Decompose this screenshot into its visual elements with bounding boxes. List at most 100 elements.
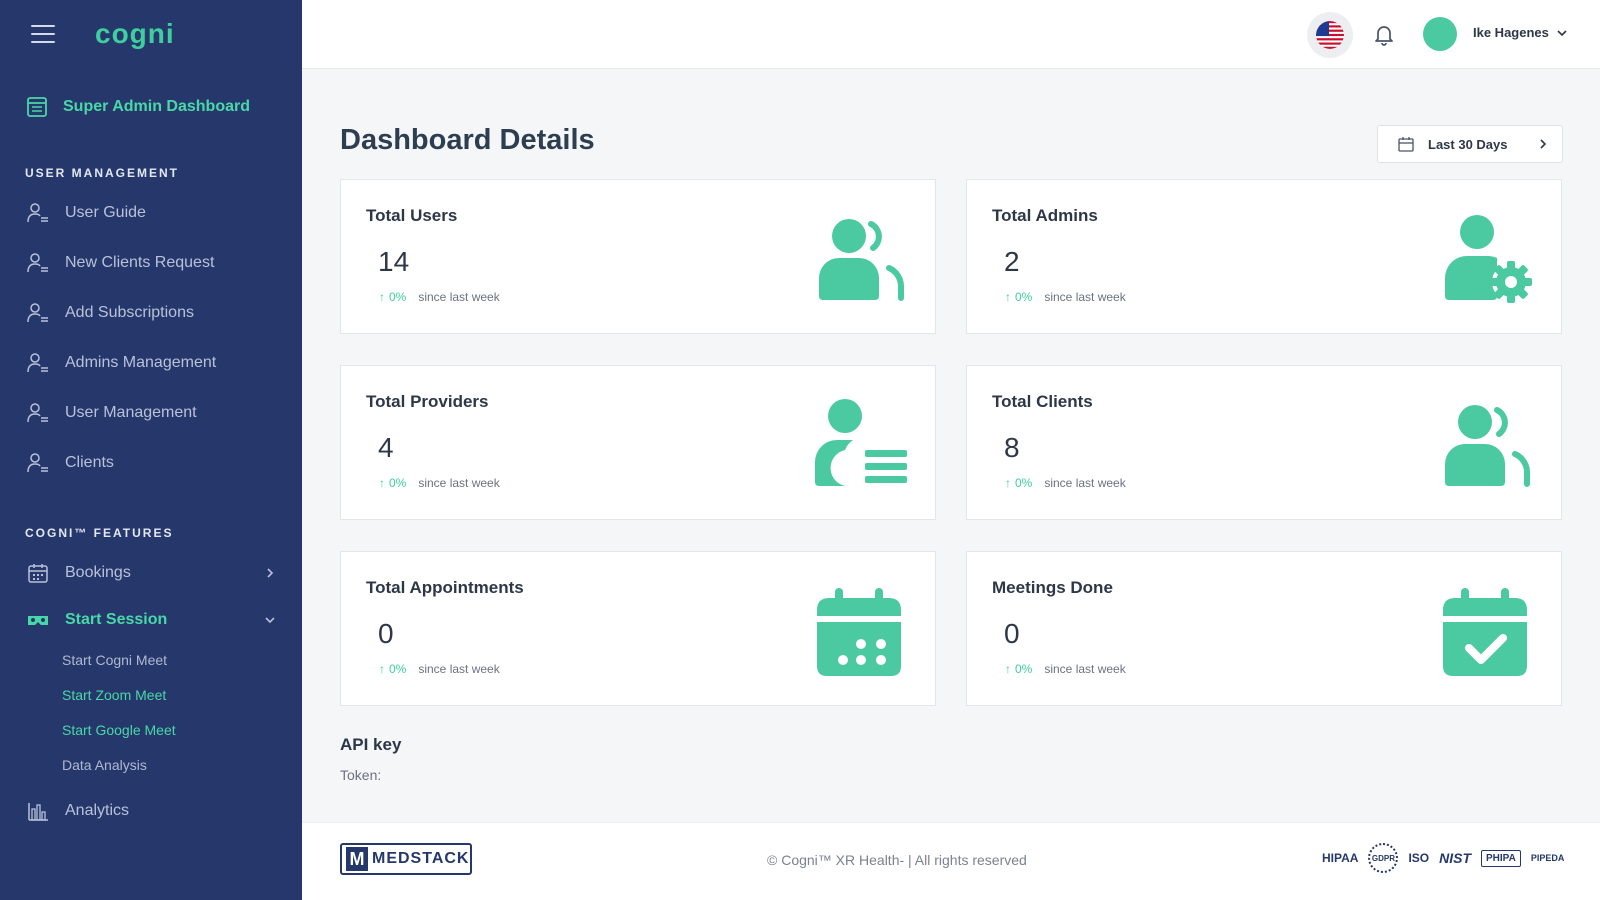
card-title: Total Admins [992,206,1098,225]
sidebar-item-add-subscriptions[interactable]: Add Subscriptions [0,288,302,338]
card-change: ↑ 0% since last week [1005,290,1126,304]
calendar-check-icon [1443,588,1527,676]
calendar-icon [28,564,48,583]
sidebar-subitem-start-cogni-meet[interactable]: Start Cogni Meet [0,642,302,677]
token-label: Token: [340,767,382,783]
card-change: ↑ 0% since last week [1005,476,1126,490]
card-change-since: since last week [418,476,500,490]
sidebar-item-label: User Guide [65,204,146,221]
chevron-right-icon [267,568,274,578]
compliance-badges: HIPAA GDPR ISO NIST PHIPA PIPEDA [1322,843,1564,873]
sidebar-item-label: Add Subscriptions [65,304,194,321]
card-value: 14 [378,246,410,277]
card-change: ↑ 0% since last week [1005,662,1126,676]
sidebar-item-label: Bookings [65,564,131,581]
sidebar-header: cogni [0,0,302,68]
card-change-percent: 0% [1015,476,1033,490]
calendar-icon [817,588,901,676]
arrow-up-icon: ↑ [379,476,385,490]
vr-headset-icon [28,616,48,625]
sidebar-item-clients[interactable]: Clients [0,438,302,488]
sidebar-item-admins-management[interactable]: Admins Management [0,338,302,388]
card-change: ↑ 0% since last week [379,476,500,490]
date-range-button[interactable]: Last 30 Days [1377,125,1563,163]
date-range-label: Last 30 Days [1428,136,1508,152]
user-name: Ike Hagenes [1473,25,1549,40]
phipa-badge: PHIPA [1481,849,1521,867]
gdpr-badge: GDPR [1368,843,1399,873]
sidebar-item-bookings[interactable]: Bookings [0,548,302,598]
stat-card-total-admins: Total Admins 2 ↑ 0% since last week [966,179,1562,334]
sidebar-subitem-data-analysis[interactable]: Data Analysis [0,747,302,782]
top-bar: Ike Hagenes [302,0,1600,69]
sidebar: cogni Super Admin Dashboard USER MANAGEM… [0,0,302,900]
card-title: Total Appointments [366,578,524,597]
sidebar-item-label: User Management [65,404,197,421]
card-value: 0 [378,618,394,649]
language-selector[interactable] [1307,12,1353,58]
dashboard-icon [27,97,47,117]
sidebar-item-label: Analytics [65,802,130,819]
user-list-icon [27,403,48,423]
provider-list-icon [815,399,907,487]
clients-icon [1445,405,1530,487]
us-flag-icon [1316,21,1344,49]
medstack-text: MEDSTACK [372,850,470,867]
sidebar-item-user-guide[interactable]: User Guide [0,188,302,238]
pipeda-badge: PIPEDA [1530,853,1565,863]
section-user-management: USER MANAGEMENT [25,166,180,180]
avatar[interactable] [1423,17,1457,51]
card-change-since: since last week [418,290,500,304]
card-change: ↑ 0% since last week [379,290,500,304]
sidebar-item-start-session[interactable]: Start Session [0,598,302,642]
card-change-since: since last week [1044,290,1126,304]
medstack-logo: M MEDSTACK [340,843,472,875]
sidebar-item-user-management[interactable]: User Management [0,388,302,438]
arrow-up-icon: ↑ [1005,290,1011,304]
sidebar-item-label: New Clients Request [65,254,215,271]
card-value: 8 [1004,432,1020,463]
bell-icon[interactable] [1372,22,1396,46]
copyright: © Cogni™ XR Health- | All rights reserve… [767,852,1027,868]
user-list-icon [27,453,48,473]
card-value: 0 [1004,618,1020,649]
medstack-mark-icon: M [346,847,368,871]
users-icon [819,219,904,301]
sidebar-item-label: Clients [65,454,114,471]
user-menu[interactable]: Ike Hagenes [1473,25,1567,40]
logo: cogni [95,18,175,49]
sidebar-item-new-clients-request[interactable]: New Clients Request [0,238,302,288]
stat-card-meetings-done: Meetings Done 0 ↑ 0% since last week [966,551,1562,706]
menu-icon[interactable] [31,25,55,43]
api-key-heading: API key [340,735,402,754]
hipaa-badge: HIPAA [1322,851,1359,865]
chevron-down-icon [1557,29,1567,36]
card-change-percent: 0% [389,290,407,304]
card-title: Total Clients [992,392,1093,411]
admin-gear-icon [1445,215,1532,303]
sidebar-item-dashboard[interactable]: Super Admin Dashboard [0,90,302,124]
calendar-icon [1398,137,1414,152]
page-title: Dashboard Details [340,124,595,156]
section-features: COGNI™ FEATURES [25,526,174,540]
card-value: 2 [1004,246,1020,277]
stat-card-total-clients: Total Clients 8 ↑ 0% since last week [966,365,1562,520]
user-list-icon [27,203,48,223]
card-change-since: since last week [1044,662,1126,676]
sidebar-subitem-start-zoom-meet[interactable]: Start Zoom Meet [0,677,302,712]
stat-card-total-providers: Total Providers 4 ↑ 0% since last week [340,365,936,520]
chevron-right-icon [1540,139,1547,149]
card-change: ↑ 0% since last week [379,662,500,676]
card-title: Meetings Done [992,578,1113,597]
card-change-since: since last week [1044,476,1126,490]
card-change-since: since last week [418,662,500,676]
arrow-up-icon: ↑ [1005,476,1011,490]
nist-badge: NIST [1439,850,1472,866]
card-value: 4 [378,432,394,463]
footer: M MEDSTACK © Cogni™ XR Health- | All rig… [302,822,1600,900]
stat-card-total-appointments: Total Appointments 0 ↑ 0% since last week [340,551,936,706]
sidebar-subitem-start-google-meet[interactable]: Start Google Meet [0,712,302,747]
sidebar-item-analytics[interactable]: Analytics [0,786,302,836]
sidebar-item-label: Start Session [65,611,168,628]
card-change-percent: 0% [1015,662,1033,676]
